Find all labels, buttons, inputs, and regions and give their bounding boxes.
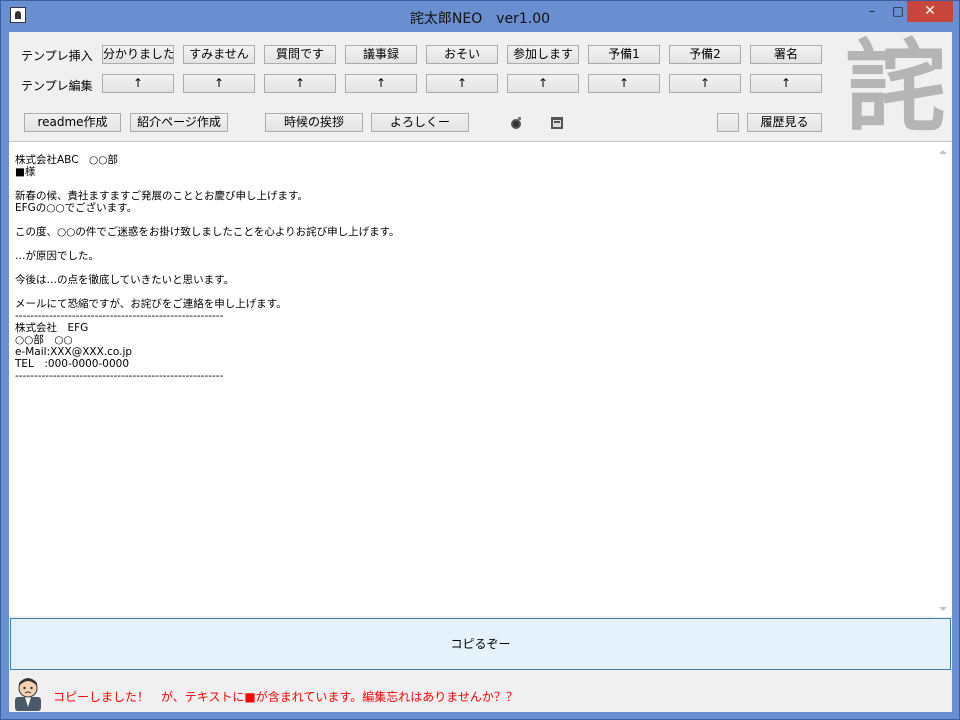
template-edit-button-4[interactable]: ↑	[345, 74, 417, 93]
record-icon[interactable]	[509, 116, 523, 130]
template-insert-label: テンプレ挿入	[21, 49, 93, 63]
title-bar[interactable]: 詫太郎NEO ver1.00 – □ ✕	[1, 1, 959, 33]
copy-button[interactable]: コピるぞー	[10, 618, 951, 670]
app-window: 詫太郎NEO ver1.00 – □ ✕ 詫 テンプレ挿入 テンプレ編集 分かり…	[0, 0, 960, 720]
vertical-scrollbar[interactable]	[935, 142, 952, 617]
history-button[interactable]: 履歴見る	[747, 113, 822, 132]
template-edit-button-5[interactable]: ↑	[426, 74, 498, 93]
seasonal-greeting-button[interactable]: 時候の挨拶	[265, 113, 363, 132]
template-insert-button-1[interactable]: 分かりました	[102, 45, 174, 64]
yoroshiku-button[interactable]: よろしくー	[371, 113, 469, 132]
template-insert-button-3[interactable]: 質問です	[264, 45, 336, 64]
minimize-button[interactable]: –	[859, 1, 885, 22]
template-edit-button-7[interactable]: ↑	[588, 74, 660, 93]
scroll-down-arrow-icon[interactable]	[939, 607, 947, 611]
app-logo: 詫	[845, 32, 946, 140]
template-insert-button-6[interactable]: 参加します	[507, 45, 579, 64]
template-insert-button-5[interactable]: おそい	[426, 45, 498, 64]
template-edit-button-2[interactable]: ↑	[183, 74, 255, 93]
template-edit-label: テンプレ編集	[21, 79, 93, 93]
template-insert-button-4[interactable]: 議事録	[345, 45, 417, 64]
message-text[interactable]: 株式会社ABC ○○部 ■様 新春の候、貴社ますますご発展のこととお慶び申し上げ…	[15, 154, 930, 614]
avatar-icon	[15, 678, 41, 711]
template-insert-button-9[interactable]: 署名	[750, 45, 822, 64]
template-edit-button-6[interactable]: ↑	[507, 74, 579, 93]
template-insert-button-8[interactable]: 予備2	[669, 45, 741, 64]
readme-button[interactable]: readme作成	[24, 113, 121, 132]
close-button[interactable]: ✕	[907, 1, 953, 22]
template-edit-button-9[interactable]: ↑	[750, 74, 822, 93]
text-editor-area[interactable]: 株式会社ABC ○○部 ■様 新春の候、貴社ますますご発展のこととお慶び申し上げ…	[9, 141, 952, 617]
status-message-before: コピーしました！ が、テキストに	[53, 690, 245, 704]
history-checkbox[interactable]	[717, 113, 739, 132]
scroll-up-arrow-icon[interactable]	[939, 150, 947, 154]
status-message-square: ■	[244, 690, 256, 704]
intro-page-button[interactable]: 紹介ページ作成	[130, 113, 228, 132]
status-bar: コピーしました！ が、テキストに■が含まれています。編集忘れはありませんか？？	[9, 673, 952, 712]
status-message-after: が含まれています。編集忘れはありませんか？？	[255, 690, 518, 704]
template-edit-button-1[interactable]: ↑	[102, 74, 174, 93]
template-edit-button-8[interactable]: ↑	[669, 74, 741, 93]
template-edit-button-3[interactable]: ↑	[264, 74, 336, 93]
status-message: コピーしました！ が、テキストに■が含まれています。編集忘れはありませんか？？	[53, 688, 518, 705]
window-icon[interactable]	[550, 116, 564, 130]
template-insert-button-7[interactable]: 予備1	[588, 45, 660, 64]
template-insert-button-2[interactable]: すみません	[183, 45, 255, 64]
client-area: 詫 テンプレ挿入 テンプレ編集 分かりました すみません 質問です 議事録 おそ…	[9, 32, 952, 712]
window-title: 詫太郎NEO ver1.00	[409, 11, 551, 27]
